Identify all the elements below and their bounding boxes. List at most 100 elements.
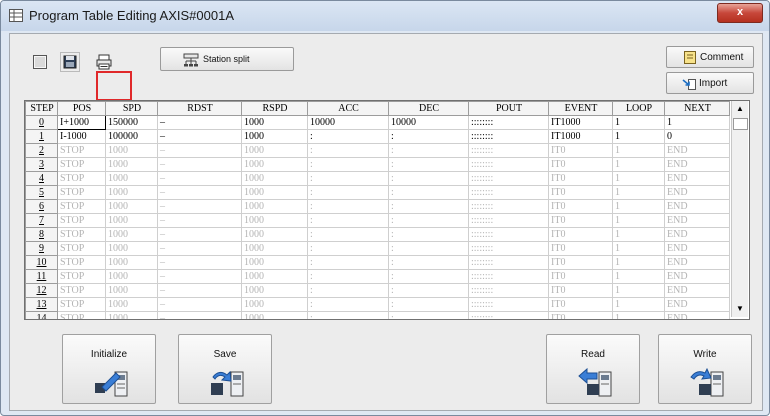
acc-cell[interactable]: : [307,213,389,228]
spd-cell[interactable]: 1000 [105,185,158,200]
rdst-cell[interactable]: – [157,241,242,256]
loop-cell[interactable]: 1 [612,241,665,256]
acc-cell[interactable]: : [307,171,389,186]
dec-cell[interactable]: : [388,227,469,242]
pos-cell[interactable]: STOP [57,241,106,256]
spd-cell[interactable]: 1000 [105,199,158,214]
event-cell[interactable]: IT0 [548,283,613,298]
pout-cell[interactable]: :::::::: [468,241,549,256]
dec-cell[interactable]: : [388,185,469,200]
acc-cell[interactable]: : [307,129,389,144]
dec-cell[interactable]: : [388,241,469,256]
table-row[interactable]: 10 STOP 1000–1000:::::::::: IT0 1 END [25,255,730,270]
event-cell[interactable]: IT0 [548,255,613,270]
pout-cell[interactable]: :::::::: [468,143,549,158]
save-button[interactable]: Save [178,334,272,404]
scroll-up-arrow-icon[interactable]: ▲ [732,101,748,117]
pos-cell[interactable]: STOP [57,185,106,200]
rspd-cell[interactable]: 1000 [241,129,308,144]
loop-cell[interactable]: 1 [612,297,665,312]
next-cell[interactable]: END [664,269,730,284]
next-cell[interactable]: END [664,255,730,270]
event-cell[interactable]: IT0 [548,311,613,319]
event-cell[interactable]: IT0 [548,185,613,200]
loop-cell[interactable]: 1 [612,213,665,228]
rspd-cell[interactable]: 1000 [241,311,308,319]
pout-cell[interactable]: :::::::: [468,283,549,298]
pout-cell[interactable]: :::::::: [468,157,549,172]
loop-cell[interactable]: 1 [612,311,665,319]
next-cell[interactable]: 1 [664,115,730,130]
program-table[interactable]: STEP POS SPD RDST RSPD ACC DEC POUT EVEN… [24,100,750,320]
pos-cell[interactable]: I+1000 [57,115,106,130]
column-header[interactable]: EVENT [548,101,613,116]
table-row[interactable]: 9 STOP 1000–1000:::::::::: IT0 1 END [25,241,730,256]
pout-cell[interactable]: :::::::: [468,199,549,214]
rspd-cell[interactable]: 1000 [241,255,308,270]
table-row[interactable]: 6 STOP 1000–1000:::::::::: IT0 1 END [25,199,730,214]
spd-cell[interactable]: 1000 [105,283,158,298]
pout-cell[interactable]: :::::::: [468,269,549,284]
column-header[interactable]: RSPD [241,101,308,116]
rspd-cell[interactable]: 1000 [241,185,308,200]
print-button[interactable] [94,52,114,72]
spd-cell[interactable]: 1000 [105,213,158,228]
next-cell[interactable]: END [664,311,730,319]
pos-cell[interactable]: STOP [57,157,106,172]
event-cell[interactable]: IT1000 [548,129,613,144]
table-row[interactable]: 13 STOP 1000–1000:::::::::: IT0 1 END [25,297,730,312]
next-cell[interactable]: END [664,227,730,242]
table-row[interactable]: 8 STOP 1000–1000:::::::::: IT0 1 END [25,227,730,242]
table-row[interactable]: 4 STOP 1000–1000:::::::::: IT0 1 END [25,171,730,186]
loop-cell[interactable]: 1 [612,157,665,172]
rspd-cell[interactable]: 1000 [241,213,308,228]
dec-cell[interactable]: : [388,129,469,144]
next-cell[interactable]: END [664,171,730,186]
next-cell[interactable]: END [664,157,730,172]
close-button[interactable]: x [717,3,763,23]
scroll-thumb[interactable] [733,118,748,130]
rdst-cell[interactable]: – [157,129,242,144]
acc-cell[interactable]: : [307,227,389,242]
rspd-cell[interactable]: 1000 [241,269,308,284]
column-header[interactable]: NEXT [664,101,730,116]
spd-cell[interactable]: 1000 [105,143,158,158]
table-row[interactable]: 14 STOP 1000–1000:::::::::: IT0 1 END [25,311,730,319]
pout-cell[interactable]: :::::::: [468,213,549,228]
dec-cell[interactable]: : [388,171,469,186]
loop-cell[interactable]: 1 [612,129,665,144]
acc-cell[interactable]: : [307,311,389,319]
dec-cell[interactable]: : [388,269,469,284]
pos-cell[interactable]: STOP [57,269,106,284]
pos-cell[interactable]: STOP [57,255,106,270]
column-header[interactable]: POS [57,101,106,116]
dec-cell[interactable]: 10000 [388,115,469,130]
acc-cell[interactable]: : [307,143,389,158]
save-file-button[interactable] [60,52,80,72]
rdst-cell[interactable]: – [157,255,242,270]
event-cell[interactable]: IT0 [548,199,613,214]
table-row[interactable]: 11 STOP 1000–1000:::::::::: IT0 1 END [25,269,730,284]
pout-cell[interactable]: :::::::: [468,171,549,186]
event-cell[interactable]: IT1000 [548,115,613,130]
acc-cell[interactable]: : [307,297,389,312]
column-header[interactable]: ACC [307,101,389,116]
next-cell[interactable]: END [664,283,730,298]
pout-cell[interactable]: :::::::: [468,115,549,130]
dec-cell[interactable]: : [388,143,469,158]
loop-cell[interactable]: 1 [612,115,665,130]
acc-cell[interactable]: : [307,283,389,298]
pos-cell[interactable]: STOP [57,311,106,319]
spd-cell[interactable]: 150000 [105,115,158,130]
spd-cell[interactable]: 1000 [105,241,158,256]
pout-cell[interactable]: :::::::: [468,255,549,270]
pos-cell[interactable]: STOP [57,213,106,228]
pout-cell[interactable]: :::::::: [468,185,549,200]
rspd-cell[interactable]: 1000 [241,199,308,214]
rdst-cell[interactable]: – [157,157,242,172]
table-row[interactable]: 5 STOP 1000–1000:::::::::: IT0 1 END [25,185,730,200]
acc-cell[interactable]: 10000 [307,115,389,130]
rspd-cell[interactable]: 1000 [241,241,308,256]
loop-cell[interactable]: 1 [612,227,665,242]
acc-cell[interactable]: : [307,157,389,172]
